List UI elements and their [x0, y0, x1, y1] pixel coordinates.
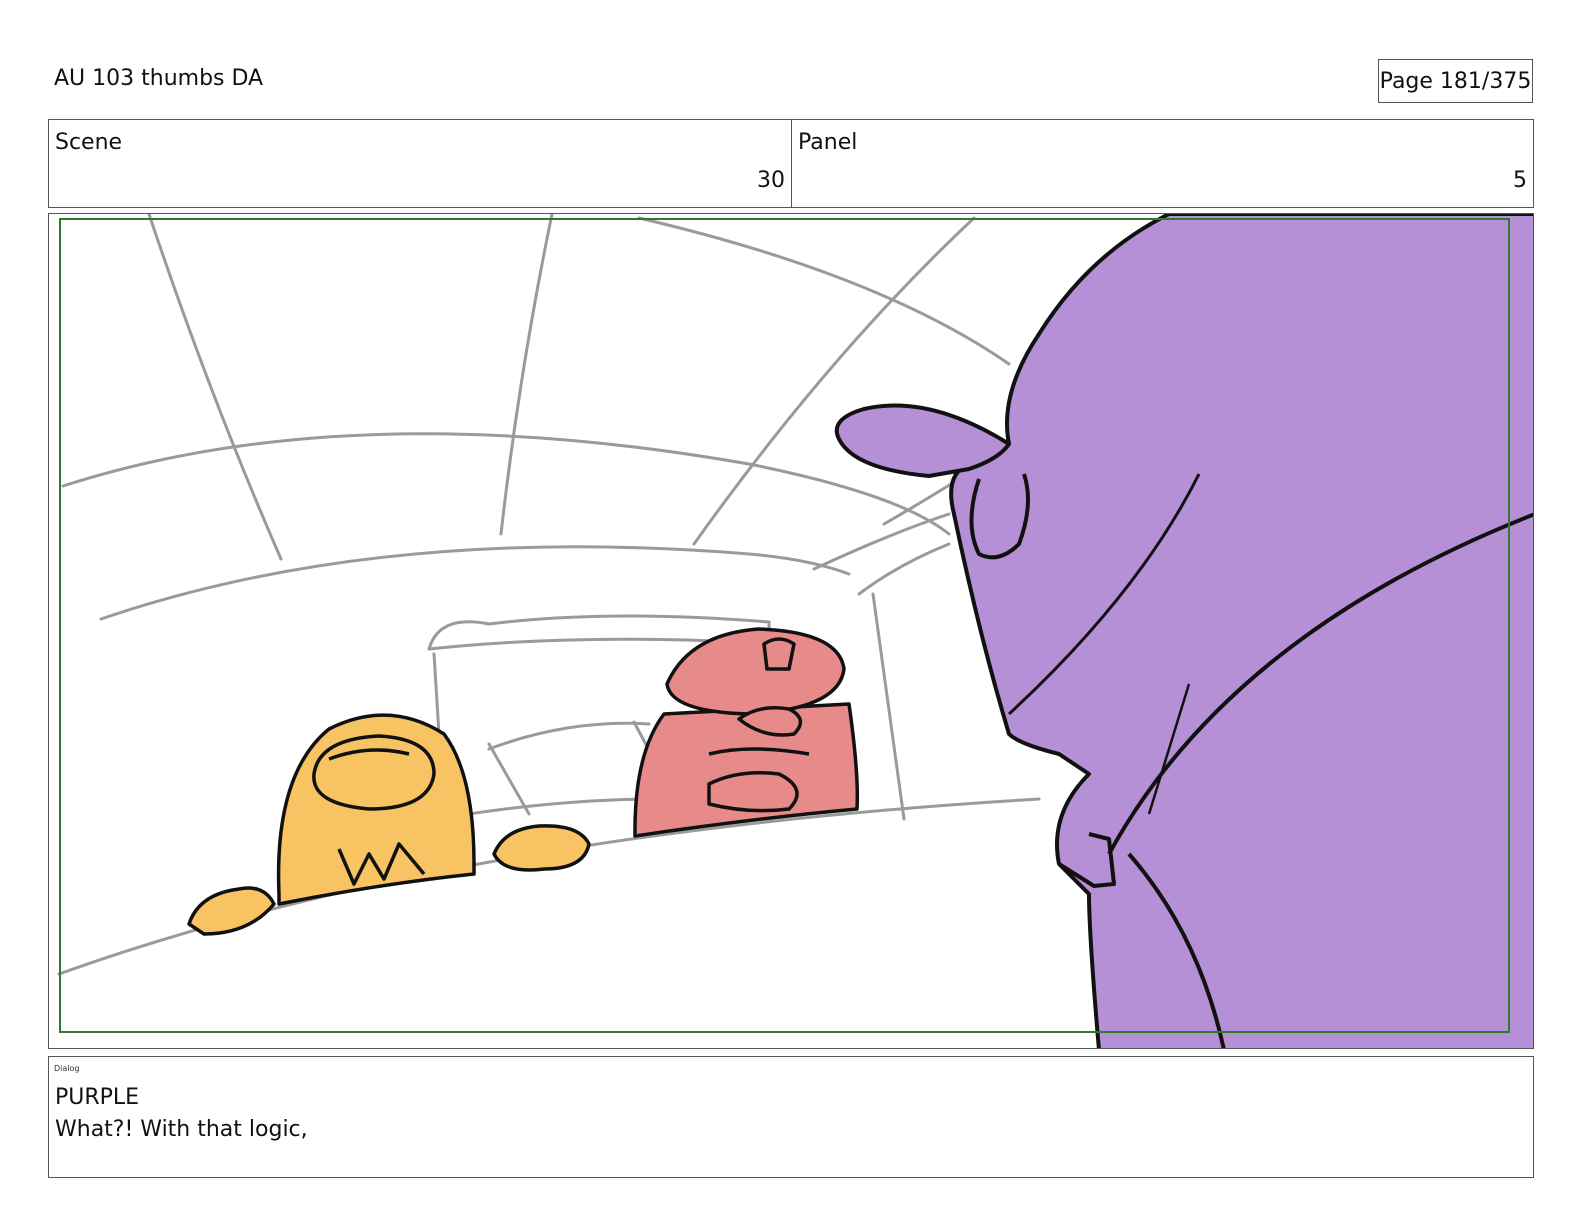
- panel-cell: Panel 5: [792, 120, 1533, 207]
- yellow-character: [187, 713, 591, 936]
- document-title: AU 103 thumbs DA: [54, 66, 264, 91]
- scene-panel-info: Scene 30 Panel 5: [48, 119, 1534, 208]
- page-number: Page 181/375: [1378, 59, 1533, 103]
- scene-cell: Scene 30: [49, 120, 792, 207]
- dialog-speaker: PURPLE: [55, 1085, 140, 1110]
- purple-character: [834, 214, 1533, 1048]
- scene-label: Scene: [55, 130, 123, 155]
- dialog-box: Dialog PURPLE What?! With that logic,: [48, 1056, 1534, 1178]
- panel-number: 5: [1513, 168, 1527, 193]
- storyboard-drawing: [57, 214, 1533, 1048]
- scene-number: 30: [757, 168, 785, 193]
- panel-label: Panel: [798, 130, 858, 155]
- dialog-line: What?! With that logic,: [55, 1117, 308, 1142]
- red-character: [633, 627, 860, 838]
- storyboard-frame: [48, 213, 1534, 1049]
- dialog-label: Dialog: [54, 1064, 80, 1073]
